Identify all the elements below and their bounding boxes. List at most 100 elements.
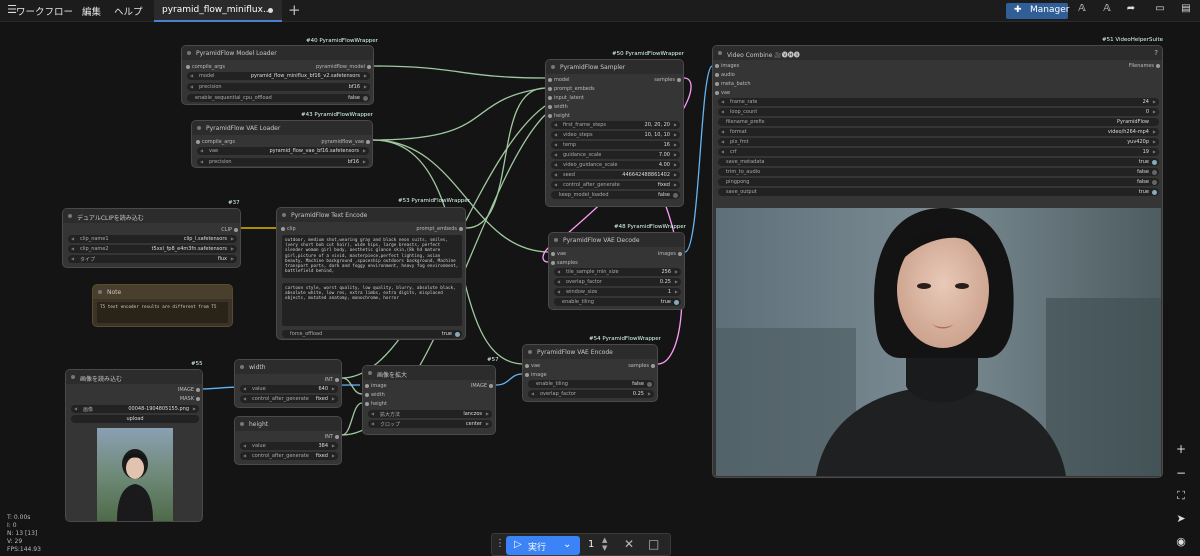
widget-control-after-generate[interactable]: control_after_generatefixed (551, 181, 680, 189)
node-height[interactable]: height INT value384 control_after_genera… (234, 416, 342, 465)
widget-vae[interactable]: vaepyramid_flow_vae_bf16.safetensors (197, 147, 369, 155)
widget-precision[interactable]: precisionbf16 (197, 158, 369, 166)
negative-prompt-textarea[interactable]: cartoon style, worst quality, low qualit… (282, 283, 462, 326)
widget-tile-sample-min-size[interactable]: tile_sample_min_size256 (554, 268, 681, 276)
widget-keep-model-loaded[interactable]: keep_model_loaded false (551, 191, 680, 199)
output-image[interactable]: IMAGE (178, 387, 201, 393)
font-alt-icon[interactable]: 𝔸 (1097, 3, 1117, 19)
widget-filename-prefix[interactable]: filename_prefix PyramidFlow (718, 118, 1159, 126)
widget-guidance-scale[interactable]: guidance_scale7.00 (551, 151, 680, 159)
output-samples[interactable]: samples (628, 363, 655, 369)
input-clip[interactable]: clip (281, 226, 296, 232)
input-height[interactable]: height (365, 401, 387, 407)
pointer-icon[interactable]: ➤ (1170, 512, 1192, 530)
fit-view-icon[interactable]: ⛶ (1170, 489, 1192, 507)
input-vae[interactable]: vae (524, 363, 540, 369)
sidebar-icon[interactable]: ▤ (1176, 3, 1196, 19)
stop-icon[interactable]: □ (648, 537, 659, 551)
stepper-icon[interactable]: ▲ ▼ (602, 536, 607, 552)
input-compile-args[interactable]: compile_args (195, 139, 235, 145)
input-prompt-embeds[interactable]: prompt_embeds (548, 86, 595, 92)
widget-value[interactable]: value384 (240, 442, 338, 450)
share-icon[interactable]: ➦ (1121, 3, 1141, 19)
tab-workflow[interactable]: pyramid_flow_miniflux... (154, 0, 282, 22)
input-audio[interactable]: audio (715, 72, 735, 78)
output-samples[interactable]: samples (654, 77, 681, 83)
widget-cpu-offload[interactable]: enable_sequential_cpu_offload false (187, 94, 370, 102)
input-images[interactable]: images (714, 63, 739, 69)
widget-window-size[interactable]: window_size1 (554, 288, 681, 296)
input-height[interactable]: height (548, 113, 570, 119)
widget-pix-fmt[interactable]: pix_fmtyuv420p (718, 138, 1159, 146)
node-model-loader[interactable]: PyramidFlow Model Loader compile_args py… (181, 45, 374, 105)
input-image[interactable]: image (365, 383, 387, 389)
node-note[interactable]: Note T5 text encoder results are differe… (92, 284, 233, 327)
run-button[interactable]: ▷ 実行 ⌄ (506, 536, 580, 555)
output-images[interactable]: images (658, 251, 683, 257)
input-samples[interactable]: samples (551, 260, 578, 266)
widget-video-guidance-scale[interactable]: video_guidance_scale4.00 (551, 161, 680, 169)
widget-value[interactable]: value640 (240, 385, 338, 393)
upload-button[interactable]: upload (71, 415, 199, 423)
menu-help[interactable]: ヘルプ (114, 4, 143, 18)
widget-image-file[interactable]: 画像00048-1904805155.png (71, 405, 199, 413)
output-pyramidflow-vae[interactable]: pyramidflow_vae (321, 139, 370, 145)
input-input-latent[interactable]: input_latent (548, 95, 584, 101)
help-icon[interactable]: ? (1154, 49, 1158, 57)
node-sampler[interactable]: PyramidFlow Sampler model prompt_embeds … (545, 59, 684, 207)
widget-control-after-generate[interactable]: control_after_generatefixed (240, 452, 338, 460)
positive-prompt-textarea[interactable]: outdoor, medium shot,wearing gray and bl… (282, 235, 462, 278)
node-vae-decode[interactable]: PyramidFlow VAE Decode vae samples image… (548, 232, 685, 310)
widget-temp[interactable]: temp16 (551, 141, 680, 149)
widget-type[interactable]: タイプflux (68, 255, 237, 263)
input-width[interactable]: width (365, 392, 385, 398)
widget-enable-tiling[interactable]: enable_tiling true (554, 298, 681, 306)
input-width[interactable]: width (548, 104, 568, 110)
panel-icon[interactable]: ▭ (1150, 3, 1170, 19)
widget-seed[interactable]: seed446642488861402 (551, 171, 680, 179)
widget-crop[interactable]: クロップcenter (368, 420, 492, 428)
input-image[interactable]: image (525, 372, 547, 378)
widget-force-offload[interactable]: force_offload true (282, 330, 462, 338)
output-mask[interactable]: MASK (180, 396, 201, 402)
widget-overlap-factor[interactable]: overlap_factor0.25 (554, 278, 681, 286)
chevron-down-icon[interactable]: ⌄ (563, 539, 571, 550)
widget-crf[interactable]: crf19 (718, 148, 1159, 156)
manager-button[interactable]: ✚ Manager (1006, 3, 1069, 19)
output-clip[interactable]: CLIP (221, 227, 238, 233)
output-int[interactable]: INT (325, 434, 340, 440)
node-vae-loader[interactable]: PyramidFlow VAE Loader compile_args pyra… (191, 120, 373, 168)
widget-save-metadata[interactable]: save_metadata true (718, 158, 1159, 166)
input-compile-args[interactable]: compile_args (185, 64, 225, 70)
menu-workflow[interactable]: ワークフロー (16, 4, 73, 18)
input-vae[interactable]: vae (550, 251, 566, 257)
node-video-combine[interactable]: Video Combine 🎥🅥🅗🅢 ? images audio meta_b… (712, 45, 1163, 478)
output-filenames[interactable]: Filenames (1129, 63, 1161, 69)
widget-first-frame-steps[interactable]: first_frame_steps20, 20, 20 (551, 121, 680, 129)
node-text-encode[interactable]: PyramidFlow Text Encode clip prompt_embe… (276, 207, 466, 340)
node-dual-clip-loader[interactable]: デュアルCLIPを読み込む CLIP clip_name1clip_l.safe… (62, 208, 241, 268)
input-meta-batch[interactable]: meta_batch (715, 81, 751, 87)
drag-handle-icon[interactable]: ⋮ (495, 538, 505, 549)
widget-format[interactable]: formatvideo/h264-mp4 (718, 128, 1159, 136)
input-model[interactable]: model (548, 77, 570, 83)
menu-edit[interactable]: 編集 (82, 4, 101, 18)
widget-frame-rate[interactable]: frame_rate24 (718, 98, 1159, 106)
widget-trim-to-audio[interactable]: trim_to_audio false (718, 168, 1159, 176)
note-text[interactable]: T5 text encoder results are different fr… (97, 302, 228, 323)
widget-clip-name1[interactable]: clip_name1clip_l.safetensors (68, 235, 237, 243)
widget-precision[interactable]: precisionbf16 (187, 83, 370, 91)
zoom-out-icon[interactable]: − (1170, 466, 1192, 484)
font-icon[interactable]: 𝔸 (1072, 3, 1092, 19)
output-prompt-embeds[interactable]: prompt_embeds (416, 226, 463, 232)
queue-count[interactable]: 1 (588, 539, 594, 550)
node-width[interactable]: width INT value640 control_after_generat… (234, 359, 342, 408)
widget-overlap-factor[interactable]: overlap_factor0.25 (528, 390, 654, 398)
node-image-scale[interactable]: 画像を拡大 image width height IMAGE 拡大方法lancz… (362, 365, 496, 435)
node-load-image[interactable]: 画像を読み込む IMAGE MASK 画像00048-1904805155.pn… (65, 369, 203, 522)
widget-model[interactable]: modelpyramid_flow_miniflux_bf16_v2.safet… (187, 72, 370, 80)
widget-loop-count[interactable]: loop_count0 (718, 108, 1159, 116)
output-int[interactable]: INT (325, 377, 340, 383)
widget-control-after-generate[interactable]: control_after_generatefixed (240, 395, 338, 403)
widget-pingpong[interactable]: pingpong false (718, 178, 1159, 186)
